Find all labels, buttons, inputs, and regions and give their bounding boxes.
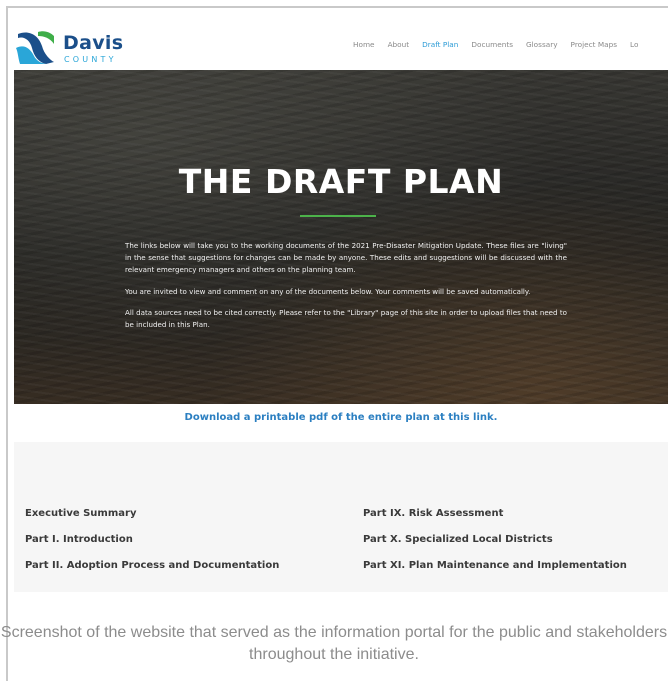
intro-paragraph: The links below will take you to the wor…	[125, 241, 567, 275]
logo-name: Davis	[63, 32, 124, 54]
parts-column-left: Executive Summary Part I. Introduction P…	[25, 508, 279, 586]
hero-banner: THE DRAFT PLAN The links below will take…	[14, 70, 668, 404]
intro-paragraph: All data sources need to be cited correc…	[125, 307, 567, 330]
intro-paragraph: You are invited to view and comment on a…	[125, 286, 531, 296]
main-nav: Home About Draft Plan Documents Glossary…	[353, 40, 651, 49]
part-link-specialized-districts[interactable]: Part X. Specialized Local Districts	[363, 534, 627, 560]
nav-glossary[interactable]: Glossary	[526, 40, 558, 49]
website: Davis COUNTY Home About Draft Plan Docum…	[14, 22, 668, 592]
nav-project-maps[interactable]: Project Maps	[571, 40, 618, 49]
nav-about[interactable]: About	[388, 40, 410, 49]
nav-overflow-item[interactable]: Lo	[630, 40, 638, 49]
parts-column-right: Part IX. Risk Assessment Part X. Special…	[363, 508, 627, 586]
part-link-executive-summary[interactable]: Executive Summary	[25, 508, 279, 534]
part-link-risk-assessment[interactable]: Part IX. Risk Assessment	[363, 508, 627, 534]
part-link-introduction[interactable]: Part I. Introduction	[25, 534, 279, 560]
title-divider	[300, 215, 376, 217]
site-header: Davis COUNTY Home About Draft Plan Docum…	[14, 22, 668, 70]
logo-subtitle: COUNTY	[64, 55, 117, 64]
nav-draft-plan[interactable]: Draft Plan	[422, 40, 458, 49]
plan-parts-section: Executive Summary Part I. Introduction P…	[14, 442, 668, 592]
page-title: THE DRAFT PLAN	[178, 162, 504, 201]
part-link-adoption-process[interactable]: Part II. Adoption Process and Documentat…	[25, 560, 279, 586]
nav-documents[interactable]: Documents	[471, 40, 513, 49]
hero-intro-text: The links below will take you to the wor…	[125, 240, 567, 340]
nav-home[interactable]: Home	[353, 40, 375, 49]
part-link-plan-maintenance[interactable]: Part XI. Plan Maintenance and Implementa…	[363, 560, 627, 586]
logo-mark-icon	[16, 31, 54, 64]
davis-county-logo[interactable]: Davis COUNTY	[16, 30, 136, 66]
download-pdf-link[interactable]: Download a printable pdf of the entire p…	[14, 412, 668, 423]
hero-overlay	[14, 70, 668, 404]
figure-caption: Screenshot of the website that served as…	[0, 624, 668, 663]
